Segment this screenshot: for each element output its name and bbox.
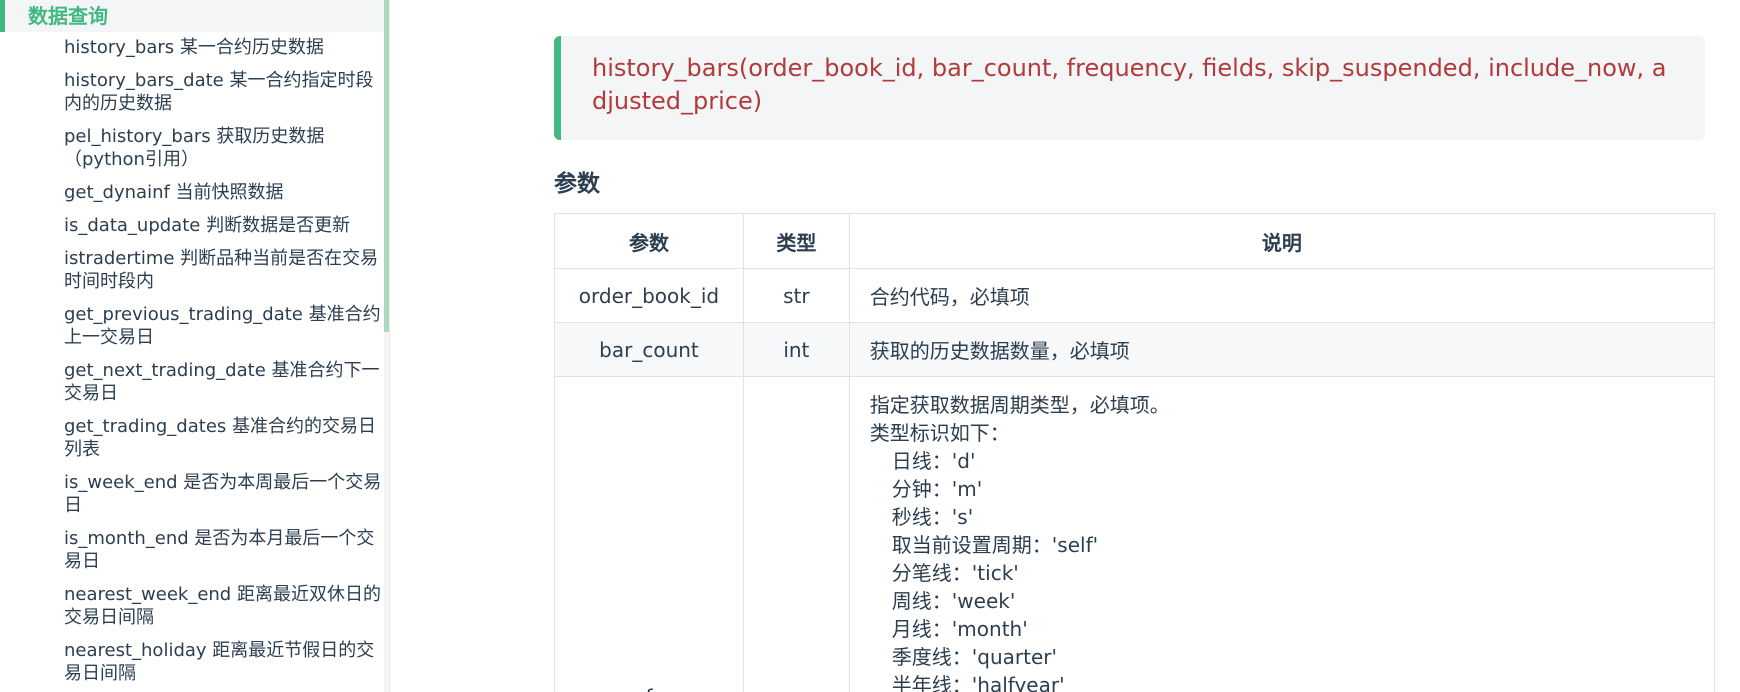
desc-line: 指定获取数据周期类型，必填项。 [869,393,1170,417]
sidebar-item-pel-history-bars[interactable]: pel_history_bars 获取历史数据（python引用） [64,125,384,171]
table-row: f 指定获取数据周期类型，必填项。 类型标识如下： 日线：'d' 分钟：'m' … [554,376,1716,692]
main-content: history_bars(order_book_id, bar_count, f… [390,0,1740,692]
param-name: order_book_id [554,268,744,323]
sidebar-item-istradertime[interactable]: istradertime 判断品种当前是否在交易时间时段内 [64,247,384,293]
sidebar-section-heading[interactable]: 数据查询 [0,0,384,32]
param-type: int [742,322,850,377]
param-name-text: f [645,685,652,692]
sidebar-item-is-month-end[interactable]: is_month_end 是否为本月最后一个交易日 [64,527,384,573]
sidebar-item-get-trading-dates[interactable]: get_trading_dates 基准合约的交易日列表 [64,415,384,461]
desc-option: 季度线：'quarter' [891,645,1058,669]
param-type [742,376,850,692]
table-header-row: 参数 类型 说明 [554,213,1716,269]
table-row: bar_count int 获取的历史数据数量，必填项 [554,322,1716,377]
desc-option: 月线：'month' [891,617,1028,641]
param-name: f [554,376,744,692]
desc-line: 类型标识如下： [869,421,1010,445]
param-type: str [742,268,850,323]
param-desc: 获取的历史数据数量，必填项 [848,322,1716,377]
sidebar: 数据查询 history_bars 某一合约历史数据 history_bars_… [0,0,390,692]
sidebar-list: history_bars 某一合约历史数据 history_bars_date … [64,36,384,692]
header-param: 参数 [554,213,744,269]
table-row: order_book_id str 合约代码，必填项 [554,268,1716,323]
header-desc: 说明 [848,213,1716,269]
sidebar-item-nearest-holiday[interactable]: nearest_holiday 距离最近节假日的交易日间隔 [64,639,384,685]
sidebar-item-history-bars-date[interactable]: history_bars_date 某一合约指定时段内的历史数据 [64,69,384,115]
sidebar-item-get-previous-trading-date[interactable]: get_previous_trading_date 基准合约上一交易日 [64,303,384,349]
parameters-heading: 参数 [554,171,600,197]
param-name: bar_count [554,322,744,377]
param-desc: 合约代码，必填项 [848,268,1716,323]
desc-option: 半年线：'halfyear' [891,673,1065,692]
parameters-table: 参数 类型 说明 order_book_id str 合约代码，必填项 bar_… [554,213,1716,692]
function-signature: history_bars(order_book_id, bar_count, f… [554,36,1705,140]
desc-option: 取当前设置周期：'self' [891,533,1099,557]
header-type: 类型 [742,213,850,269]
param-desc: 指定获取数据周期类型，必填项。 类型标识如下： 日线：'d' 分钟：'m' 秒线… [848,376,1716,692]
desc-option: 分笔线：'tick' [891,561,1019,585]
desc-option: 日线：'d' [891,449,976,473]
desc-option: 周线：'week' [891,589,1016,613]
sidebar-item-get-next-trading-date[interactable]: get_next_trading_date 基准合约下一交易日 [64,359,384,405]
sidebar-item-history-bars[interactable]: history_bars 某一合约历史数据 [64,36,384,59]
sidebar-item-is-data-update[interactable]: is_data_update 判断数据是否更新 [64,214,384,237]
sidebar-item-is-week-end[interactable]: is_week_end 是否为本周最后一个交易日 [64,471,384,517]
sidebar-item-get-dynainf[interactable]: get_dynainf 当前快照数据 [64,181,384,204]
desc-option: 秒线：'s' [891,505,974,529]
desc-option: 分钟：'m' [891,477,983,501]
sidebar-item-nearest-week-end[interactable]: nearest_week_end 距离最近双休日的交易日间隔 [64,583,384,629]
